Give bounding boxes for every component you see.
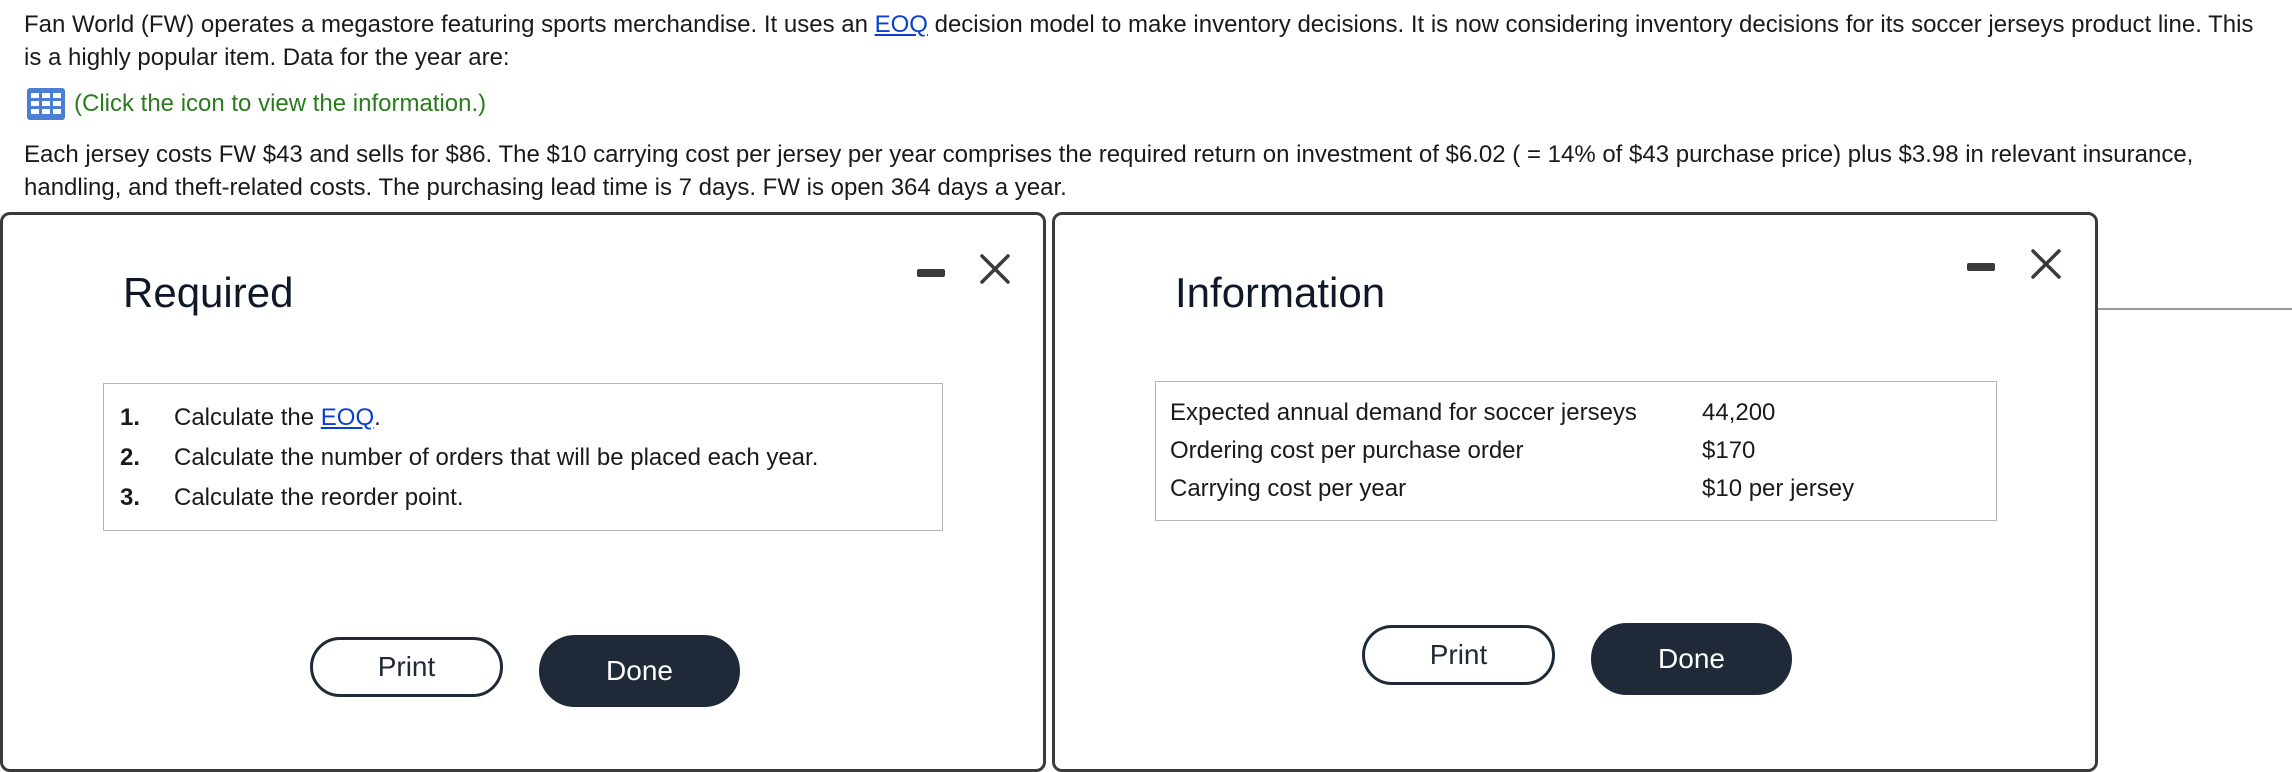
item-text-start: Calculate the — [174, 404, 321, 431]
information-table: Expected annual demand for soccer jersey… — [1155, 381, 1997, 521]
minimize-icon[interactable] — [917, 269, 945, 277]
item-number: 1. — [120, 404, 141, 431]
row-label: Expected annual demand for soccer jersey… — [1170, 399, 1637, 426]
close-icon[interactable] — [978, 252, 1012, 286]
list-item: 2. Calculate the number of orders that w… — [120, 438, 942, 478]
table-row: Ordering cost per purchase order $170 — [1170, 432, 1854, 470]
item-text-end: . — [374, 404, 381, 431]
view-information-link[interactable]: (Click the icon to view the information.… — [26, 84, 486, 124]
required-list: 1. Calculate the EOQ. 2. Calculate the n… — [103, 383, 943, 531]
item-text: Calculate the reorder point. — [174, 484, 464, 511]
print-button[interactable]: Print — [310, 637, 503, 697]
close-icon[interactable] — [2029, 247, 2063, 281]
row-label: Carrying cost per year — [1170, 475, 1407, 502]
information-title: Information — [1175, 269, 1386, 316]
row-value: $170 — [1702, 437, 1756, 464]
intro-paragraph: Fan World (FW) operates a megastore feat… — [24, 8, 2254, 74]
print-button[interactable]: Print — [1362, 625, 1555, 685]
table-row: Carrying cost per year $10 per jersey — [1170, 470, 1854, 508]
background-divider — [2096, 308, 2292, 310]
required-title: Required — [123, 269, 294, 316]
item-number: 2. — [120, 444, 141, 471]
facts-paragraph: Each jersey costs FW $43 and sells for $… — [24, 141, 2194, 201]
problem-intro: Fan World (FW) operates a megastore feat… — [24, 8, 2254, 74]
item-number: 3. — [120, 484, 141, 511]
problem-facts: Each jersey costs FW $43 and sells for $… — [24, 138, 2254, 204]
row-value: $10 per jersey — [1702, 475, 1855, 502]
row-label: Ordering cost per purchase order — [1170, 437, 1524, 464]
data-table: Expected annual demand for soccer jersey… — [1170, 394, 1854, 508]
table-grid-icon[interactable] — [26, 87, 66, 121]
row-value: 44,200 — [1702, 399, 1776, 426]
done-button[interactable]: Done — [1591, 623, 1792, 695]
minimize-icon[interactable] — [1967, 263, 1995, 271]
eoq-link[interactable]: EOQ — [875, 11, 928, 38]
view-information-text[interactable]: (Click the icon to view the information.… — [74, 90, 486, 118]
required-dialog: Required 1. Calculate the EOQ. 2. Calcul… — [0, 212, 1046, 772]
table-row: Expected annual demand for soccer jersey… — [1170, 394, 1854, 432]
list-item: 3. Calculate the reorder point. — [120, 478, 942, 518]
done-button[interactable]: Done — [539, 635, 740, 707]
eoq-link[interactable]: EOQ — [321, 404, 374, 431]
item-text: Calculate the number of orders that will… — [174, 444, 819, 471]
list-item: 1. Calculate the EOQ. — [120, 398, 942, 438]
item-text: Calculate the EOQ. — [174, 404, 381, 432]
intro-text-start: Fan World (FW) operates a megastore feat… — [24, 11, 875, 38]
information-dialog: Information Expected annual demand for s… — [1052, 212, 2098, 772]
